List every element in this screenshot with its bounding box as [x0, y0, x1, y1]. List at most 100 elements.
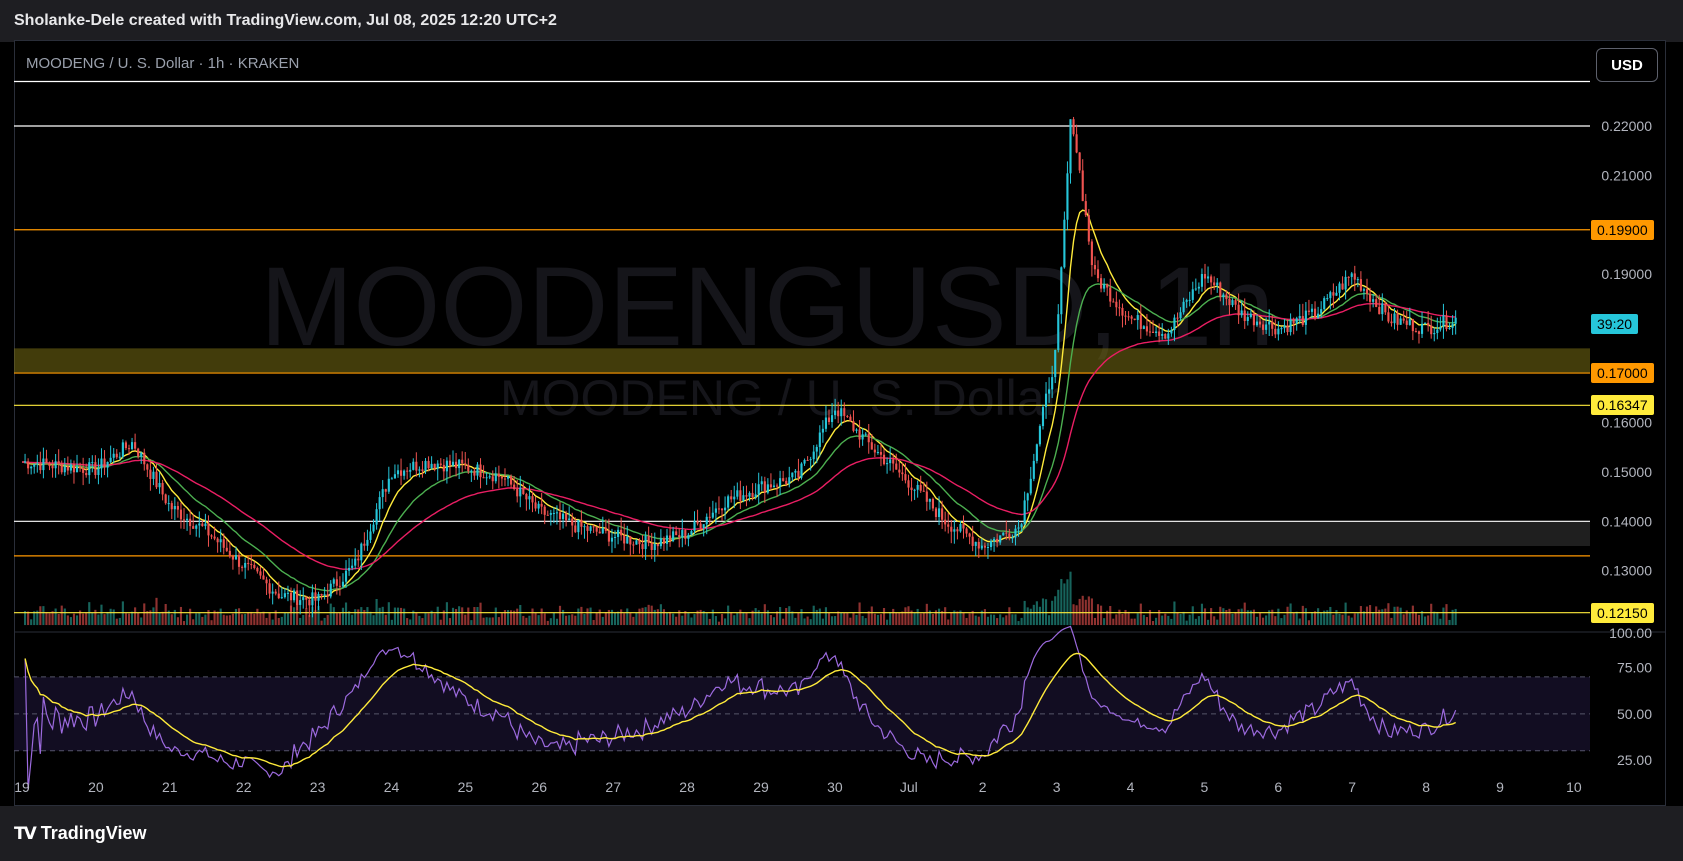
- candle-body: [846, 415, 849, 417]
- price-tag: 0.16347: [1591, 395, 1654, 416]
- volume-bar: [1069, 571, 1072, 626]
- candle-body: [1044, 393, 1048, 408]
- volume-bar: [124, 613, 128, 626]
- candle-body: [629, 536, 632, 545]
- volume-bar: [895, 612, 898, 626]
- candle-body: [580, 519, 583, 527]
- candle-body: [1103, 284, 1106, 289]
- time-tick-label: 19: [14, 779, 30, 795]
- candle-body: [852, 421, 855, 431]
- candle-body: [91, 462, 94, 464]
- volume-bar: [931, 614, 935, 626]
- candle-body: [1323, 298, 1326, 310]
- volume-bar: [1433, 611, 1436, 626]
- candle-body: [213, 536, 216, 539]
- volume-bar: [1145, 617, 1148, 626]
- rsi-axis[interactable]: 100.00 75.00 50.00 25.00: [1609, 625, 1652, 768]
- volume-bar: [1271, 609, 1274, 626]
- volume-bar: [733, 615, 736, 626]
- volume-bar: [192, 619, 195, 626]
- volume-bar: [348, 611, 351, 626]
- time-tick-label: 3: [1053, 779, 1061, 795]
- candle-body: [36, 463, 39, 465]
- candle-body: [500, 476, 503, 479]
- volume-bar: [265, 617, 268, 626]
- volume-bar: [742, 612, 745, 626]
- candle-body: [794, 470, 797, 473]
- candle-body: [289, 592, 293, 601]
- candle-body: [103, 458, 106, 468]
- volume-bar: [387, 602, 390, 626]
- candle-body: [775, 485, 779, 487]
- volume-bar: [589, 607, 592, 626]
- price-axis[interactable]: 0.22000 0.21000 0.19000 0.16000 0.15000 0.140…: [1601, 118, 1652, 579]
- volume-bar: [583, 613, 586, 626]
- volume-bar: [418, 615, 421, 626]
- candle-body: [598, 531, 601, 534]
- volume-bar: [1112, 618, 1115, 626]
- candle-body: [574, 525, 577, 533]
- volume-bar: [800, 609, 803, 626]
- candle-body: [760, 481, 763, 485]
- currency-button[interactable]: USD: [1596, 48, 1658, 82]
- volume-bar: [1210, 608, 1213, 626]
- time-tick-label: 26: [532, 779, 548, 795]
- candle-body: [736, 490, 739, 497]
- volume-bar: [161, 611, 164, 626]
- time-axis[interactable]: 19 20 21 22 23 24 25 26 27 28 29 30 Jul 2 3 4 5 6 7 8 9 10: [14, 779, 1582, 795]
- candle-body: [595, 526, 598, 532]
- candle-body: [577, 519, 580, 533]
- candle-body: [922, 490, 925, 492]
- candle-body: [448, 460, 452, 466]
- volume-bar: [1359, 606, 1362, 626]
- candle-body: [1032, 460, 1035, 479]
- volume-bar: [629, 612, 632, 626]
- volume-bar: [60, 605, 63, 626]
- volume-bar: [186, 614, 189, 626]
- candle-body: [867, 433, 870, 443]
- volume-bar: [152, 607, 155, 626]
- candle-body: [1436, 329, 1439, 334]
- candle-body: [265, 579, 268, 584]
- price-tag: 39:20: [1591, 313, 1639, 334]
- candle-body: [1243, 310, 1246, 322]
- volume-bar: [791, 611, 794, 626]
- volume-bar: [1142, 614, 1145, 626]
- volume-bar: [568, 615, 571, 626]
- candle-body: [989, 541, 993, 547]
- candle-body: [88, 462, 91, 476]
- volume-bar: [1274, 616, 1277, 626]
- time-tick-label: 28: [679, 779, 695, 795]
- candle-body: [1008, 533, 1011, 538]
- candle-body: [1249, 313, 1252, 318]
- volume-bar: [30, 619, 33, 626]
- candle-body: [555, 512, 559, 514]
- volume-bar: [708, 618, 711, 626]
- price-tag: 0.19900: [1591, 219, 1654, 240]
- candle-body: [1451, 323, 1454, 328]
- candle-body: [1393, 313, 1396, 324]
- candle-body: [1411, 319, 1414, 332]
- volume-bar: [519, 604, 522, 626]
- volume-bar: [369, 611, 372, 626]
- candle-body: [558, 512, 562, 520]
- candle-body: [445, 460, 448, 472]
- candle-body: [97, 468, 100, 475]
- candle-body: [727, 496, 730, 508]
- candle-body: [161, 482, 164, 495]
- candle-body: [971, 536, 974, 546]
- volume-bar: [1200, 603, 1204, 626]
- candle-body: [1213, 282, 1216, 286]
- candle-body: [1038, 426, 1041, 445]
- volume-bar: [1365, 606, 1369, 626]
- bottom-bar: [0, 806, 1683, 861]
- time-tick-label: 7: [1348, 779, 1356, 795]
- volume-bar: [88, 602, 91, 626]
- candle-body: [406, 470, 409, 472]
- candle-body: [170, 503, 173, 510]
- candle-body: [959, 524, 962, 532]
- candle-body: [1341, 283, 1344, 290]
- chart-canvas[interactable]: MOODENGUSD, 1h MOODENG / U. S. Dollar 0.…: [0, 0, 1683, 861]
- volume-bar: [916, 608, 919, 626]
- volume-bar: [1078, 598, 1081, 626]
